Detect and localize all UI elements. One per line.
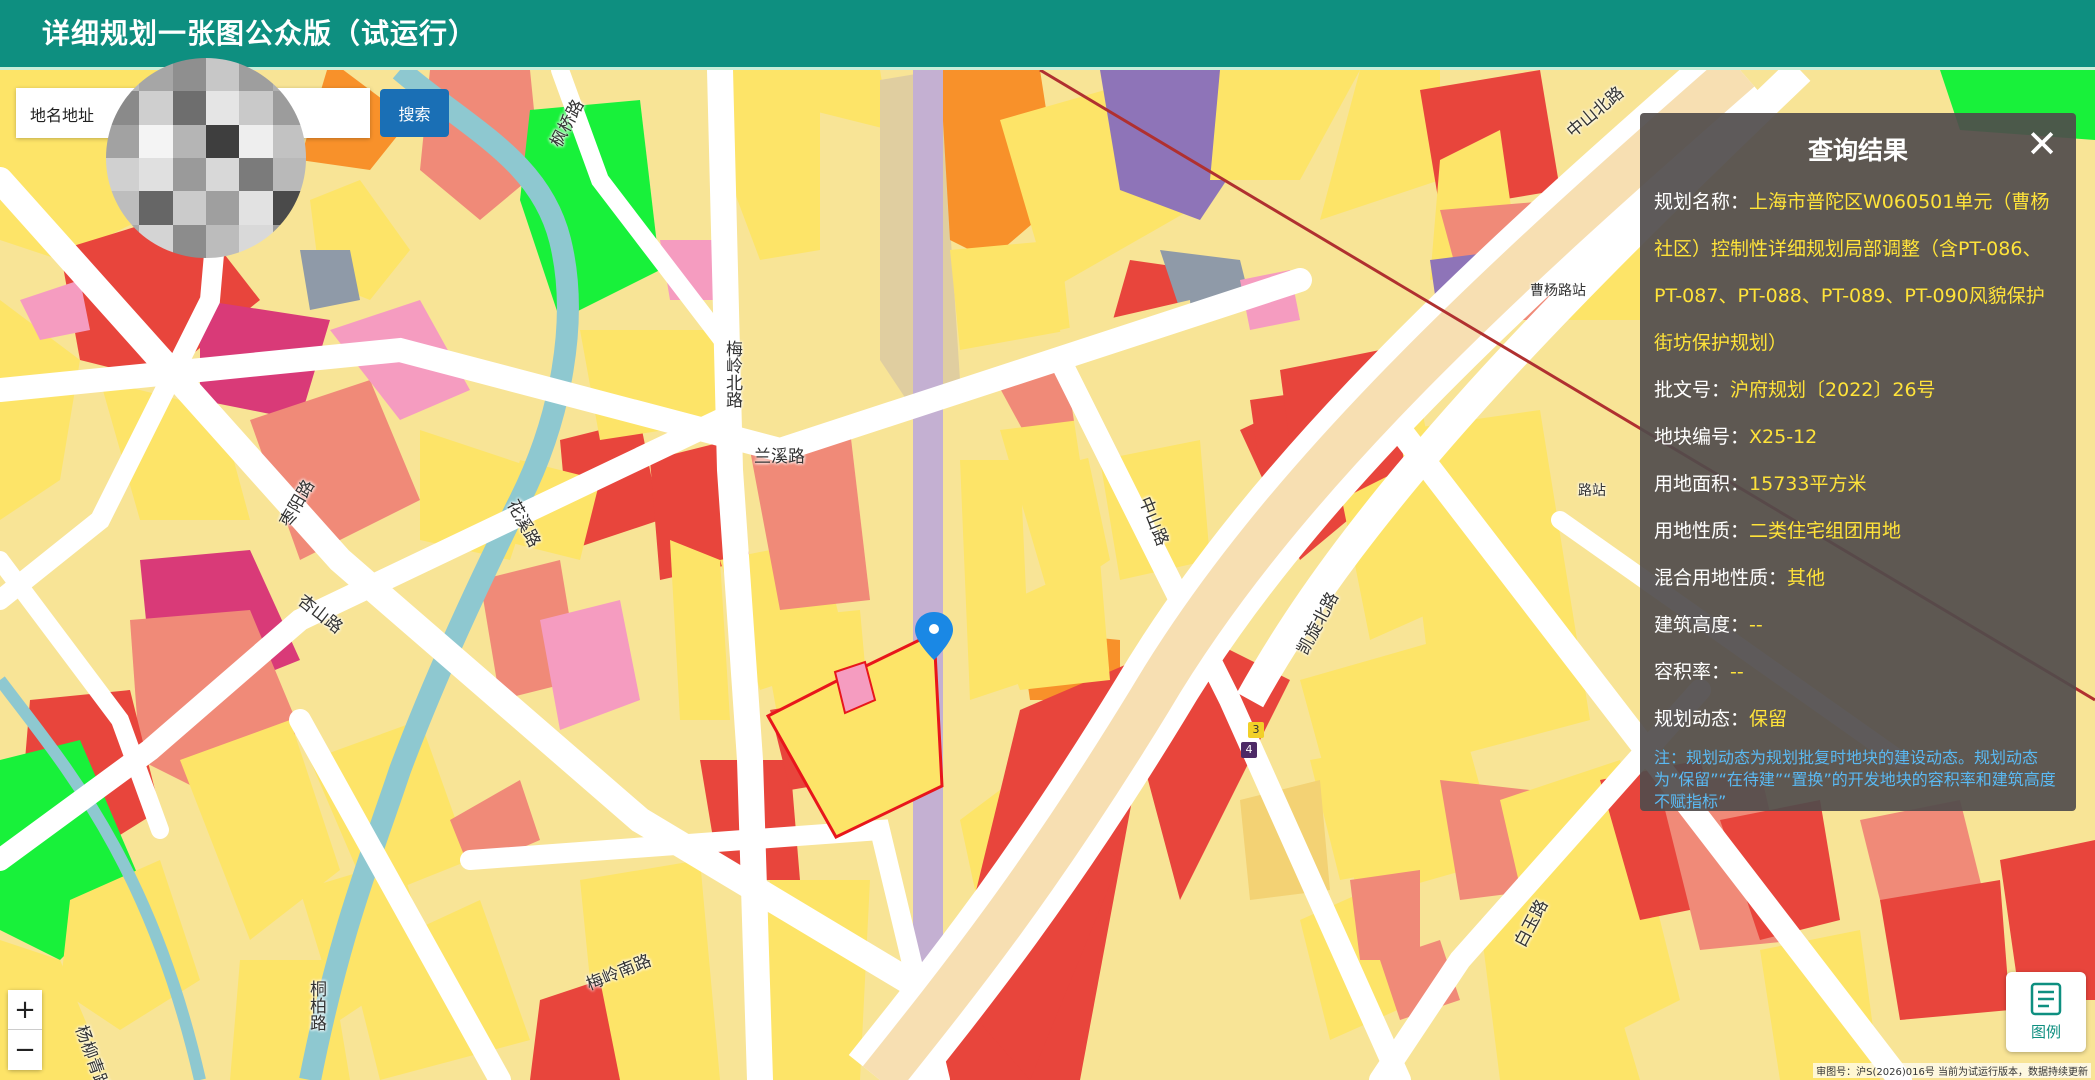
map-attribution: 审图号：沪S(2026)016号 当前为试运行版本，数据持续更新 [1813,1063,2091,1078]
zoom-in-button[interactable]: + [8,990,42,1030]
road-label-tongbailu: 桐柏路 [306,980,326,1031]
app-title: 详细规划一张图公众版（试运行） [42,17,478,50]
search-type-select[interactable]: 地名地址 [30,102,94,126]
zoom-control: + − [8,990,42,1070]
avatar [106,58,306,258]
station-label-caoyang: 曹杨路站 [1530,283,1586,299]
field-land-area: 用地面积：15733平方米 [1654,473,1867,495]
field-plan-name: 规划名称：上海市普陀区W060501单元（曹杨社区）控制性详细规划局部调整（含P… [1654,191,2050,354]
legend-icon [2030,982,2062,1016]
field-parcel-code: 地块编号：X25-12 [1654,426,1818,448]
field-mixed-use: 混合用地性质：其他 [1654,567,1826,589]
close-icon[interactable]: ✕ [2024,125,2060,163]
metro-line-4-badge: 4 [1241,742,1257,758]
field-approval-number: 批文号：沪府规划〔2022〕26号 [1654,379,1936,401]
station-label-lu: 路站 [1578,483,1606,499]
field-land-use: 用地性质：二类住宅组团用地 [1654,520,1902,542]
legend-button[interactable]: 图例 [2006,972,2086,1052]
result-fields: 规划名称：上海市普陀区W060501单元（曹杨社区）控制性详细规划局部调整（含P… [1654,179,2062,743]
road-label-lanxilu: 兰溪路 [754,447,805,467]
query-result-panel: 查询结果 ✕ 规划名称：上海市普陀区W060501单元（曹杨社区）控制性详细规划… [1640,113,2076,811]
panel-note: 注：规划动态为规划批复时地块的建设动态。规划动态为”保留”“在待建”“置换”的开… [1654,748,2056,811]
search-button[interactable]: 搜索 [380,89,449,137]
road-label-meilingbeilu: 梅岭北路 [722,340,742,408]
panel-title: 查询结果 [1807,136,1908,165]
zoom-out-button[interactable]: − [8,1030,42,1070]
legend-label: 图例 [2030,1023,2061,1041]
metro-line-3-badge: 3 [1248,722,1264,738]
field-plot-ratio: 容积率：-- [1654,661,1744,683]
field-plan-status: 规划动态：保留 [1654,708,1788,730]
app-header: 详细规划一张图公众版（试运行） [0,0,2095,70]
field-building-height: 建筑高度：-- [1654,614,1763,636]
